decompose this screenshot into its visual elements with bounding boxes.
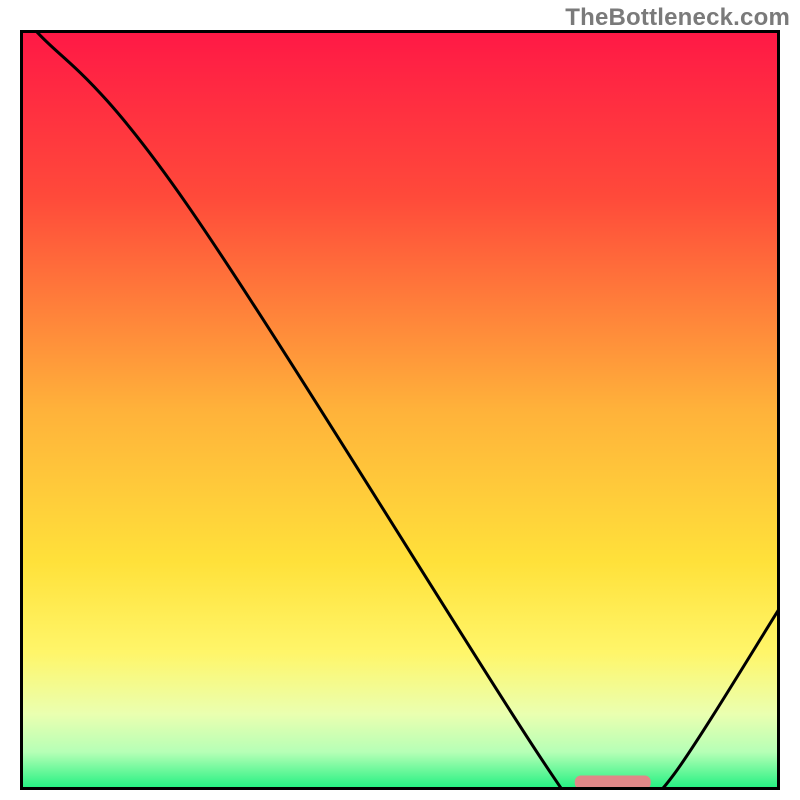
- gradient-background: [20, 30, 780, 790]
- watermark-text: TheBottleneck.com: [565, 4, 790, 32]
- chart-svg: [20, 30, 780, 790]
- chart-container: TheBottleneck.com: [0, 0, 800, 800]
- plot-area: [20, 30, 780, 790]
